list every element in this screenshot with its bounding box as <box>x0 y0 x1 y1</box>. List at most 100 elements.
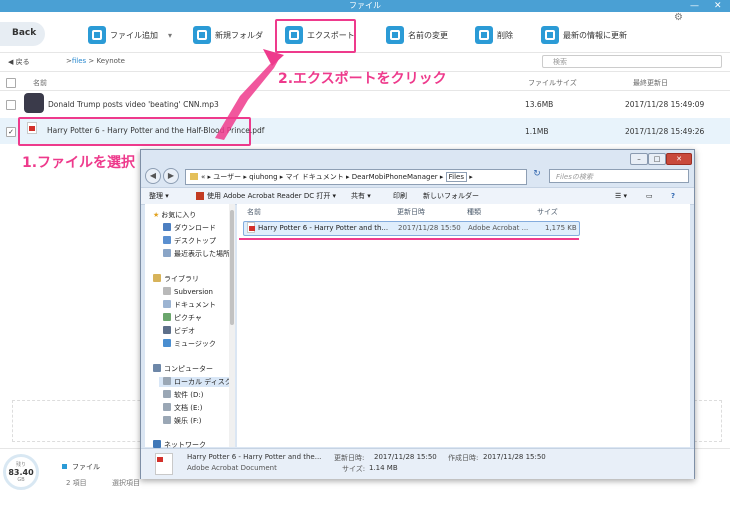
tree-item[interactable]: 软件 (D:) <box>163 390 203 400</box>
storage-value: 83.40 <box>8 468 34 477</box>
address-seg[interactable]: ユーザー <box>213 173 241 181</box>
network-icon <box>153 440 161 448</box>
videos-icon <box>163 326 171 334</box>
file-category-icon <box>62 464 67 469</box>
explorer-command-bar: 整理 ▾ 使用 Adobe Acrobat Reader DC 打开 ▾ 共有 … <box>141 187 694 205</box>
explorer-forward-button[interactable]: ▶ <box>163 168 179 184</box>
explorer-file-row[interactable]: Harry Potter 6 - Harry Potter and th... … <box>243 221 580 236</box>
storage-gauge: 残り 83.40 GB <box>3 454 39 490</box>
tree-item[interactable]: ビデオ <box>163 326 195 336</box>
address-seg[interactable]: DearMobiPhoneManager <box>352 173 438 181</box>
explorer-search-input[interactable]: Filesの検索 <box>549 169 689 183</box>
disk-icon <box>163 403 171 411</box>
tree-scrollbar[interactable] <box>229 204 235 447</box>
tree-label: ライブラリ <box>164 275 199 283</box>
file-name: Harry Potter 6 - Harry Potter and th... <box>258 224 389 232</box>
open-with-button[interactable]: 使用 Adobe Acrobat Reader DC 打开 ▾ <box>207 188 336 204</box>
view-options-icon[interactable]: ☰ ▾ <box>615 188 627 204</box>
tree-label: 娱乐 (F:) <box>174 417 202 425</box>
tree-item[interactable]: ピクチャ <box>163 313 202 323</box>
tree-label: Subversion <box>174 288 213 296</box>
documents-icon <box>163 300 171 308</box>
file-size: 1,175 KB <box>545 224 577 232</box>
annotation-step1: 1.ファイルを選択 <box>22 155 136 171</box>
tree-libraries[interactable]: ライブラリ <box>153 274 199 284</box>
library-icon <box>153 274 161 282</box>
tree-label: ミュージック <box>174 340 216 348</box>
print-button[interactable]: 印刷 <box>393 188 407 204</box>
tree-label: 最近表示した場所 <box>174 250 230 258</box>
music-icon <box>163 339 171 347</box>
footer-item-count: 2 項目 <box>66 479 87 487</box>
tree-item-selected[interactable]: ローカル ディスク <box>159 377 236 387</box>
storage-label: 残り <box>15 462 26 468</box>
footer-category: ファイル <box>72 463 100 471</box>
new-folder-button[interactable]: 新しいフォルダー <box>423 188 479 204</box>
file-type: Adobe Acrobat ... <box>468 224 529 232</box>
explorer-window[interactable]: – □ ✕ ◀ ▶ « ▸ ユーザー ▸ qiuhong ▸ マイ ドキュメント… <box>140 149 695 479</box>
downloads-icon <box>163 223 171 231</box>
explorer-nav-tree: ★ お気に入り ダウンロード デスクトップ 最近表示した場所 ライブラリ Subv… <box>145 204 236 449</box>
storage-unit: GB <box>17 477 25 483</box>
tree-label: ダウンロード <box>174 224 216 232</box>
tree-item[interactable]: ミュージック <box>163 339 216 349</box>
file-date: 2017/11/28 15:50 <box>398 224 461 232</box>
details-modified-label: 更新日時: <box>334 454 365 462</box>
tree-item[interactable]: ダウンロード <box>163 223 216 233</box>
explorer-close-button[interactable]: ✕ <box>666 153 692 165</box>
column-size[interactable]: サイズ <box>537 207 558 217</box>
address-seg[interactable]: Files <box>445 172 468 182</box>
help-icon[interactable]: ? <box>671 188 675 204</box>
pdf-large-icon <box>155 453 173 475</box>
preview-pane-icon[interactable]: ▭ <box>646 188 653 204</box>
desktop-icon <box>163 236 171 244</box>
tree-label: ピクチャ <box>174 314 202 322</box>
computer-icon <box>153 364 161 372</box>
address-seg[interactable]: マイ ドキュメント <box>286 173 344 181</box>
details-file-type: Adobe Acrobat Document <box>187 464 277 472</box>
organize-menu[interactable]: 整理 ▾ <box>149 188 169 204</box>
column-date[interactable]: 更新日時 <box>397 207 425 217</box>
pdf-file-icon <box>247 222 255 233</box>
disk-icon <box>163 390 171 398</box>
tree-computer[interactable]: コンピューター <box>153 364 213 374</box>
column-type[interactable]: 種類 <box>467 207 481 217</box>
explorer-back-button[interactable]: ◀ <box>145 168 161 184</box>
tree-item[interactable]: 文档 (E:) <box>163 403 202 413</box>
details-file-name: Harry Potter 6 - Harry Potter and the... <box>187 453 322 461</box>
folder-icon <box>190 173 198 180</box>
tree-item[interactable]: 娱乐 (F:) <box>163 416 202 426</box>
details-size: 1.14 MB <box>369 464 398 472</box>
tree-label: ローカル ディスク <box>174 378 232 386</box>
explorer-file-list: 名前 更新日時 種類 サイズ Harry Potter 6 - Harry Po… <box>237 204 690 447</box>
explorer-minimize-button[interactable]: – <box>630 153 648 165</box>
explorer-maximize-button[interactable]: □ <box>648 153 666 165</box>
tree-favorites[interactable]: ★ お気に入り <box>153 210 196 220</box>
address-seg[interactable]: « <box>201 173 205 181</box>
share-menu[interactable]: 共有 ▾ <box>351 188 371 204</box>
details-size-label: サイズ: <box>342 465 366 473</box>
tree-label: ビデオ <box>174 327 195 335</box>
scrollbar-thumb[interactable] <box>230 210 234 325</box>
tree-item[interactable]: 最近表示した場所 <box>163 249 230 259</box>
tree-label: ドキュメント <box>174 301 216 309</box>
tree-item[interactable]: Subversion <box>163 287 213 296</box>
details-modified: 2017/11/28 15:50 <box>374 453 437 461</box>
recent-places-icon <box>163 249 171 257</box>
refresh-icon[interactable]: ↻ <box>528 169 546 183</box>
explorer-address-bar[interactable]: « ▸ ユーザー ▸ qiuhong ▸ マイ ドキュメント ▸ DearMob… <box>185 169 527 185</box>
subversion-icon <box>163 287 171 295</box>
acrobat-icon <box>196 192 204 200</box>
annotation-step2: 2.エクスポートをクリック <box>278 71 447 87</box>
disk-icon <box>163 377 171 385</box>
explorer-details-pane: Harry Potter 6 - Harry Potter and the...… <box>141 448 694 479</box>
tree-item[interactable]: デスクトップ <box>163 236 216 246</box>
footer-selected: 選択項目 <box>112 479 140 487</box>
column-name[interactable]: 名前 <box>247 207 261 217</box>
pictures-icon <box>163 313 171 321</box>
tree-item[interactable]: ドキュメント <box>163 300 216 310</box>
tree-label: 文档 (E:) <box>174 404 203 412</box>
address-seg[interactable]: qiuhong <box>249 173 277 181</box>
disk-icon <box>163 416 171 424</box>
tree-label: コンピューター <box>164 365 213 373</box>
